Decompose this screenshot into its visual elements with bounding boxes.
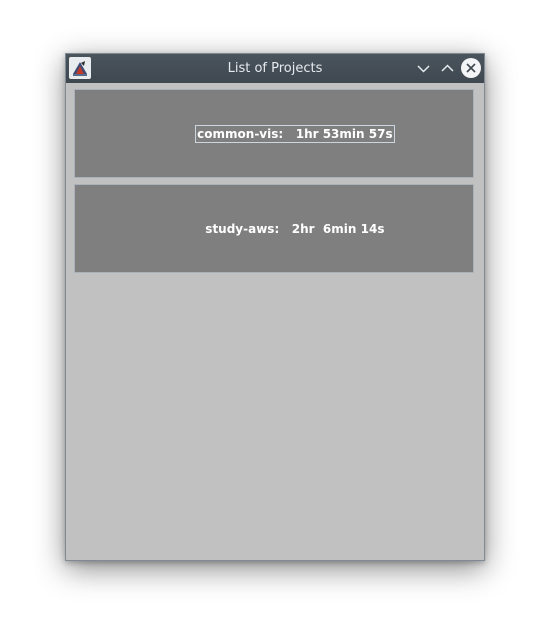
close-icon: [466, 63, 476, 73]
maximize-button[interactable]: [438, 59, 457, 78]
minimize-button[interactable]: [414, 59, 433, 78]
project-list: common-vis: 1hr 53min 57s study-aws: 2hr…: [66, 83, 484, 560]
chevron-down-icon: [417, 65, 430, 73]
close-button[interactable]: [461, 58, 481, 78]
project-label: study-aws: 2hr 6min 14s: [205, 221, 385, 236]
desktop-background: List of Projects common-vis: 1hr 53min 5…: [0, 0, 550, 639]
chevron-up-icon: [441, 64, 454, 72]
project-button-study-aws[interactable]: study-aws: 2hr 6min 14s: [74, 184, 474, 273]
project-button-common-vis[interactable]: common-vis: 1hr 53min 57s: [74, 89, 474, 178]
project-label: common-vis: 1hr 53min 57s: [195, 124, 395, 143]
window-titlebar[interactable]: List of Projects: [66, 54, 484, 83]
project-list-window: List of Projects common-vis: 1hr 53min 5…: [65, 53, 485, 561]
